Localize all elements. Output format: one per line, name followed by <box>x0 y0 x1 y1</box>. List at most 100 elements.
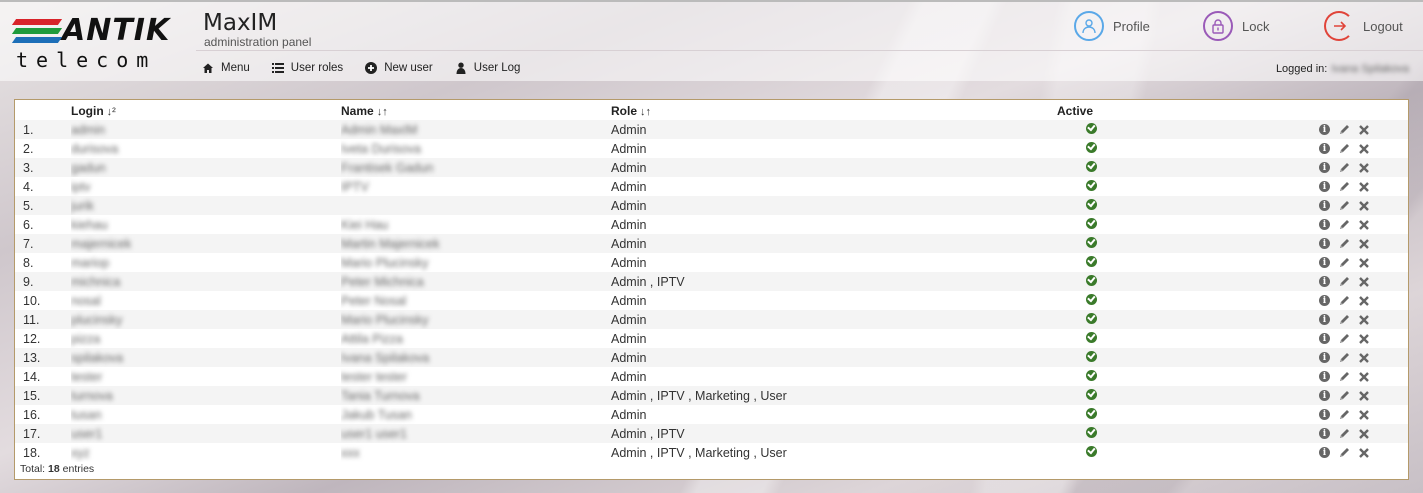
nav-user-roles[interactable]: User roles <box>271 62 343 74</box>
info-icon[interactable]: i <box>1319 428 1330 439</box>
close-icon[interactable] <box>1358 333 1370 345</box>
close-icon[interactable] <box>1358 257 1370 269</box>
row-number: 18. <box>23 445 41 460</box>
app-title: MaxIM <box>203 10 278 36</box>
pencil-icon[interactable] <box>1338 181 1350 193</box>
nav-user-log[interactable]: User Log <box>455 62 520 74</box>
list-icon <box>271 63 284 73</box>
sort-icon: ↓↑ <box>376 106 388 118</box>
pencil-icon[interactable] <box>1338 409 1350 421</box>
profile-button[interactable]: Profile <box>1074 11 1150 41</box>
pencil-icon[interactable] <box>1338 219 1350 231</box>
info-icon[interactable]: i <box>1319 352 1330 363</box>
info-icon[interactable]: i <box>1319 295 1330 306</box>
pencil-icon[interactable] <box>1338 295 1350 307</box>
close-icon[interactable] <box>1358 409 1370 421</box>
row-name: Attila Pizza <box>341 331 403 346</box>
info-icon[interactable]: i <box>1319 162 1330 173</box>
pencil-icon[interactable] <box>1338 390 1350 402</box>
close-icon[interactable] <box>1358 143 1370 155</box>
lock-button[interactable]: Lock <box>1203 11 1269 41</box>
logout-button[interactable]: Logout <box>1324 11 1403 41</box>
row-role: Admin <box>611 348 1057 367</box>
row-name: tester tester <box>341 369 407 384</box>
col-login[interactable]: Login ↓² <box>71 100 341 120</box>
info-icon[interactable]: i <box>1319 219 1330 230</box>
main-nav: Menu User roles New user User Log <box>202 62 520 74</box>
info-icon[interactable]: i <box>1319 333 1330 344</box>
logo-subtitle: telecom <box>16 48 157 72</box>
close-icon[interactable] <box>1358 352 1370 364</box>
close-icon[interactable] <box>1358 314 1370 326</box>
close-icon[interactable] <box>1358 390 1370 402</box>
close-icon[interactable] <box>1358 238 1370 250</box>
pencil-icon[interactable] <box>1338 200 1350 212</box>
close-icon[interactable] <box>1358 162 1370 174</box>
col-role[interactable]: Role ↓↑ <box>611 100 1057 120</box>
row-name: Kiei Hau <box>341 217 389 232</box>
close-icon[interactable] <box>1358 219 1370 231</box>
pencil-icon[interactable] <box>1338 447 1350 459</box>
close-icon[interactable] <box>1358 295 1370 307</box>
info-icon[interactable]: i <box>1319 181 1330 192</box>
pencil-icon[interactable] <box>1338 352 1350 364</box>
info-icon[interactable]: i <box>1319 390 1330 401</box>
info-icon[interactable]: i <box>1319 257 1330 268</box>
info-icon[interactable]: i <box>1319 200 1330 211</box>
close-icon[interactable] <box>1358 371 1370 383</box>
table-row: 11. plucinsky Mario Plucinsky Admin i <box>15 310 1408 329</box>
info-icon[interactable]: i <box>1319 314 1330 325</box>
info-icon[interactable]: i <box>1319 143 1330 154</box>
table-row: 9. michnica Peter Michnica Admin , IPTV … <box>15 272 1408 291</box>
row-role: Admin <box>611 293 647 308</box>
pencil-icon[interactable] <box>1338 428 1350 440</box>
row-name: Ivana Spilakova <box>341 348 611 367</box>
row-role: Admin <box>611 179 647 194</box>
row-name: Martin Majernicek <box>341 234 611 253</box>
info-icon[interactable]: i <box>1319 124 1330 135</box>
pencil-icon[interactable] <box>1338 276 1350 288</box>
row-active <box>1057 443 1137 462</box>
close-icon[interactable] <box>1358 200 1370 212</box>
sort-asc-icon: ↓² <box>106 106 116 118</box>
col-name[interactable]: Name ↓↑ <box>341 100 611 120</box>
row-name: Mario Plucinsky <box>341 310 611 329</box>
close-icon[interactable] <box>1358 276 1370 288</box>
antik-logo[interactable]: ANTIK telecom <box>11 16 186 72</box>
row-role: Admin <box>611 369 647 384</box>
pencil-icon[interactable] <box>1338 333 1350 345</box>
home-icon <box>203 63 213 73</box>
row-name: user1 user1 <box>341 424 611 443</box>
check-circle-icon <box>1086 369 1097 381</box>
pencil-icon[interactable] <box>1338 371 1350 383</box>
row-login: iptv <box>71 179 91 194</box>
logged-in-label: Logged in: <box>1275 63 1328 75</box>
close-icon[interactable] <box>1358 124 1370 136</box>
table-row: 12. pizza Attila Pizza Admin i <box>15 329 1408 348</box>
nav-menu[interactable]: Menu <box>202 62 250 74</box>
info-icon[interactable]: i <box>1319 371 1330 382</box>
close-icon[interactable] <box>1358 428 1370 440</box>
row-role: Admin <box>611 141 647 156</box>
nav-new-user[interactable]: New user <box>365 62 433 74</box>
info-icon[interactable]: i <box>1319 447 1330 458</box>
row-role: Admin , IPTV , Marketing , User <box>611 445 787 460</box>
info-icon[interactable]: i <box>1319 238 1330 249</box>
pencil-icon[interactable] <box>1338 143 1350 155</box>
row-role: Admin <box>611 158 1057 177</box>
close-icon[interactable] <box>1358 447 1370 459</box>
pencil-icon[interactable] <box>1338 124 1350 136</box>
pencil-icon[interactable] <box>1338 257 1350 269</box>
row-login: gadun <box>71 158 341 177</box>
row-name: Peter Michnica <box>341 272 611 291</box>
users-table: Login ↓² Name ↓↑ Role ↓↑ Active 1. admin Ad… <box>15 100 1408 462</box>
row-number: 8. <box>23 255 34 270</box>
lock-label: Lock <box>1242 18 1270 34</box>
pencil-icon[interactable] <box>1338 162 1350 174</box>
info-icon[interactable]: i <box>1319 409 1330 420</box>
close-icon[interactable] <box>1358 181 1370 193</box>
pencil-icon[interactable] <box>1338 238 1350 250</box>
pencil-icon[interactable] <box>1338 314 1350 326</box>
info-icon[interactable]: i <box>1319 276 1330 287</box>
row-login: plucinsky <box>71 310 341 329</box>
